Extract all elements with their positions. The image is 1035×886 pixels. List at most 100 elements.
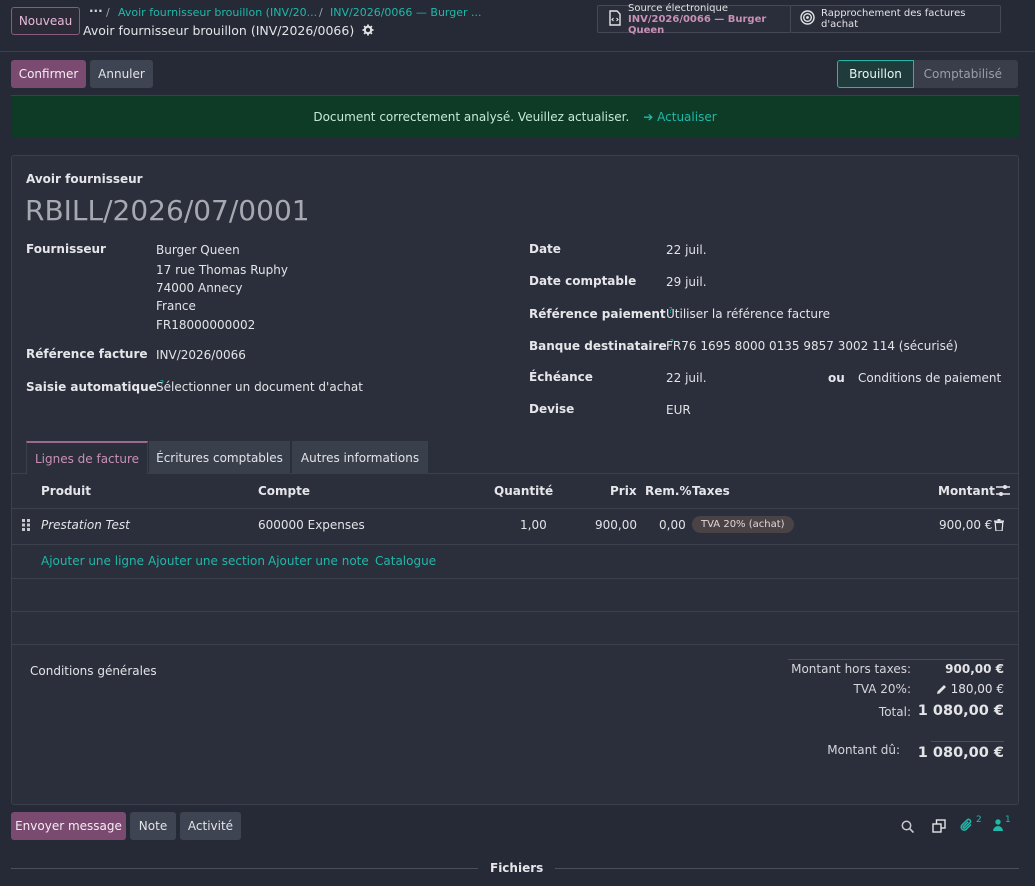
amount-due: 1 080,00 € [917,745,1004,761]
record-title: Avoir fournisseur brouillon (INV/2026/00… [83,23,374,38]
bank-label: Banque destinataire? [529,338,674,353]
auto-complete-input[interactable]: Sélectionner un document d'achat [156,380,363,394]
trash-icon[interactable] [994,519,1004,534]
arrow-right-icon: ➔ [643,110,658,124]
gear-icon[interactable] [362,23,374,38]
payment-terms-input[interactable]: Conditions de paiement [858,371,1001,385]
col-product[interactable]: Produit [41,484,91,498]
payment-ref-label-text: Référence paiement [529,307,666,321]
col-taxes[interactable]: Taxes [692,484,730,498]
document-name[interactable]: RBILL/2026/07/0001 [25,194,310,227]
breadcrumb-item-1[interactable]: Avoir fournisseur brouillon (INV/20... [118,6,317,19]
row-divider [12,611,1019,612]
attachments-button[interactable]: 2 [960,815,982,836]
bank-label-text: Banque destinataire [529,339,667,353]
search-icon[interactable] [901,820,915,836]
confirm-button[interactable]: Confirmer [11,60,86,88]
followers-button[interactable]: 1 [993,815,1011,834]
vendor-vat: FR18000000002 [156,318,256,332]
date-label: Date [529,242,561,256]
add-section-link[interactable]: Ajouter une section [148,554,265,568]
amount-due-label: Montant dû: [827,743,900,757]
reconcile-smart-button[interactable]: Rapprochement des factures d'achat [790,5,1001,33]
new-button[interactable]: Nouveau [11,7,80,35]
row-divider [12,644,1019,645]
tab-journal-items[interactable]: Écritures comptables [149,441,290,474]
untaxed-amount: 900,00 € [945,662,1004,676]
tab-other-info[interactable]: Autres informations [292,441,428,474]
tab-invoice-lines[interactable]: Lignes de facture [26,441,148,474]
drag-handle-icon[interactable] [22,519,30,534]
breadcrumb-item-2[interactable]: INV/2026/0066 — Burger ... [330,6,482,19]
auto-complete-label-text: Saisie automatique [26,380,157,394]
send-message-button[interactable]: Envoyer message [11,812,126,840]
source-value: INV/2026/0066 — Burger Queen [628,13,767,36]
auto-complete-label: Saisie automatique? [26,379,164,394]
column-settings-icon[interactable] [996,484,1010,500]
col-discount[interactable]: Rem.% [645,484,691,498]
status-posted[interactable]: Comptabilisé [913,60,1018,88]
col-quantity[interactable]: Quantité [494,484,553,498]
acc-date-label: Date comptable [529,274,637,288]
refresh-link-label: Actualiser [657,110,717,124]
activity-button[interactable]: Activité [180,812,241,840]
total-amount: 1 080,00 € [917,703,1004,719]
currency-field[interactable]: EUR [666,403,691,417]
untaxed-label: Montant hors taxes: [791,662,911,676]
vendor-label: Fournisseur [26,242,106,256]
breadcrumb-more[interactable]: ··· [89,4,103,18]
due-label: Échéance [529,370,593,384]
due-date-field[interactable]: 22 juil. [666,371,707,385]
vendor-street: 17 rue Thomas Ruphy [156,263,288,277]
tax-badge[interactable]: TVA 20% (achat) [692,516,794,533]
status-draft[interactable]: Brouillon [837,60,914,88]
log-note-button[interactable]: Note [130,812,176,840]
date-field[interactable]: 22 juil. [666,243,707,257]
bank-field[interactable]: FR76 1695 8000 0135 9857 3002 114 (sécur… [666,339,958,353]
doc-type-label: Avoir fournisseur [26,172,143,186]
line-product[interactable]: Prestation Test [41,518,130,532]
col-price[interactable]: Prix [610,484,637,498]
header-divider [12,508,1019,509]
breadcrumb-separator: / [106,6,110,19]
line-price[interactable]: 900,00 [595,518,637,532]
vendor-name[interactable]: Burger Queen [156,243,240,257]
source-label: Source électronique [628,2,728,14]
payment-ref-label: Référence paiement? [529,306,673,321]
totals-divider [788,659,1004,660]
info-alert: Document correctement analysé. Veuillez … [11,95,1019,138]
line-discount[interactable]: 0,00 [659,518,686,532]
total-label: Total: [878,705,911,719]
breadcrumb-separator: / [319,6,323,19]
due-divider [931,741,1004,742]
catalog-link[interactable]: Catalogue [375,554,436,568]
row-divider [12,578,1019,579]
vendor-country: France [156,299,196,313]
status-bar: Brouillon Comptabilisé [837,60,1018,88]
line-quantity[interactable]: 1,00 [520,518,547,532]
line-account[interactable]: 600000 Expenses [258,518,365,532]
vat-amount: 180,00 € [950,682,1004,696]
col-account[interactable]: Compte [258,484,310,498]
vat-label: TVA 20%: [853,682,911,696]
payment-ref-input[interactable]: Utiliser la référence facture [666,307,830,321]
source-smart-button[interactable]: Source électronique INV/2026/0066 — Burg… [597,2,791,36]
terms-input[interactable]: Conditions générales [30,664,157,678]
bullseye-icon [800,10,815,28]
bill-ref-label: Référence facture [26,347,148,361]
followers-count: 1 [1005,815,1011,825]
user-icon [993,818,1003,834]
files-heading: Fichiers [478,861,556,875]
bill-ref-field[interactable]: INV/2026/0066 [156,348,246,362]
add-line-link[interactable]: Ajouter une ligne [41,554,144,568]
due-or-label: ou [828,371,845,385]
cancel-button[interactable]: Annuler [90,60,153,88]
reconcile-label: Rapprochement des factures d'achat [821,8,966,30]
pencil-icon[interactable] [936,684,947,698]
expand-icon[interactable] [932,819,946,836]
refresh-link[interactable]: ➔ Actualiser [643,110,716,124]
add-note-link[interactable]: Ajouter une note [268,554,369,568]
col-amount[interactable]: Montant [938,484,995,498]
alert-message: Document correctement analysé. Veuillez … [313,110,630,124]
acc-date-field[interactable]: 29 juil. [666,275,707,289]
